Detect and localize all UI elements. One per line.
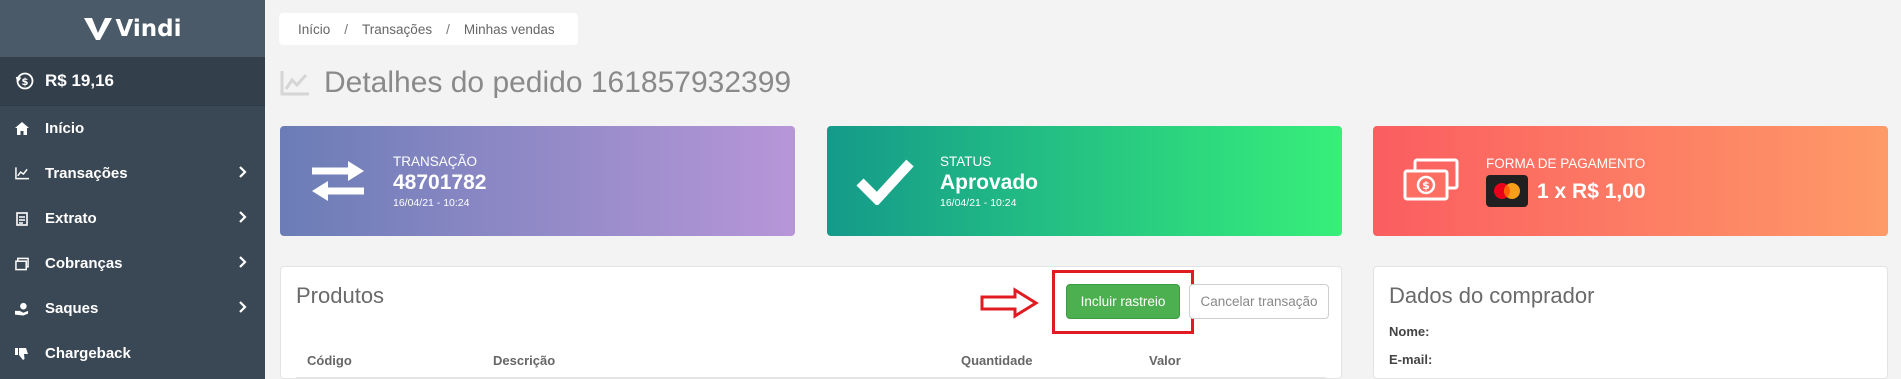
column-header-valor: Valor — [1149, 353, 1181, 368]
sidebar-item-label: Transações — [45, 165, 128, 182]
svg-text:$: $ — [1422, 179, 1430, 192]
include-tracking-button[interactable]: Incluir rastreio — [1066, 284, 1180, 319]
document-icon — [15, 211, 29, 226]
checkmark-icon — [854, 150, 916, 212]
status-label: STATUS — [940, 153, 992, 169]
products-panel: Produtos Incluir rastreio Cancelar trans… — [280, 266, 1342, 379]
sidebar-item-saques[interactable]: Saques — [0, 286, 265, 331]
brand-name: Vindi — [115, 15, 182, 42]
mastercard-icon — [1486, 174, 1528, 207]
cancel-transaction-button[interactable]: Cancelar transação — [1189, 284, 1329, 319]
buyer-panel: Dados do comprador Nome: E-mail: — [1373, 266, 1888, 379]
payment-label: FORMA DE PAGAMENTO — [1486, 155, 1646, 171]
status-card: STATUS Aprovado 16/04/21 - 10:24 — [827, 126, 1342, 236]
column-header-descricao: Descrição — [493, 353, 556, 368]
chevron-right-icon — [239, 301, 247, 313]
svg-text:$: $ — [22, 77, 29, 88]
thumbs-down-icon — [15, 347, 29, 361]
sidebar-item-transacoes[interactable]: Transações — [0, 151, 265, 196]
breadcrumb: Início / Transações / Minhas vendas — [279, 13, 578, 45]
status-date: 16/04/21 - 10:24 — [940, 196, 1017, 209]
payment-value: 1 x R$ 1,00 — [1537, 179, 1646, 203]
buyer-email-label: E-mail: — [1389, 352, 1433, 367]
column-header-codigo: Código — [307, 353, 352, 368]
annotation-arrow-icon — [980, 287, 1039, 319]
sidebar: Vindi $ R$ 19,16 Início Transações Extra… — [0, 0, 265, 379]
page-header: Detalhes do pedido 161857932399 — [280, 66, 791, 100]
status-value: Aprovado — [940, 170, 1039, 194]
sidebar-item-label: Cobranças — [45, 255, 123, 272]
chevron-right-icon — [239, 166, 247, 178]
payment-card: $ FORMA DE PAGAMENTO 1 x R$ 1,00 — [1373, 126, 1888, 236]
breadcrumb-separator: / — [344, 21, 349, 37]
table-header-divider — [296, 377, 1326, 378]
vindi-logo-icon — [84, 17, 113, 40]
chevron-right-icon — [239, 211, 247, 223]
transaction-label: TRANSAÇÃO — [393, 153, 478, 169]
breadcrumb-item-minhas-vendas: Minhas vendas — [463, 21, 555, 37]
column-header-quantidade: Quantidade — [961, 353, 1033, 368]
sidebar-item-label: Início — [45, 120, 85, 137]
balance-value: R$ 19,16 — [45, 71, 114, 90]
transfer-arrows-icon — [307, 150, 369, 212]
sidebar-item-label: Chargeback — [45, 345, 131, 362]
transaction-date: 16/04/21 - 10:24 — [393, 196, 470, 209]
logo[interactable]: Vindi — [0, 0, 265, 57]
sidebar-item-inicio[interactable]: Início — [0, 106, 265, 151]
breadcrumb-separator: / — [446, 21, 450, 37]
sidebar-item-chargeback[interactable]: Chargeback — [0, 331, 265, 376]
transaction-id: 48701782 — [393, 170, 487, 194]
line-chart-icon — [15, 167, 29, 181]
buyer-name-label: Nome: — [1389, 324, 1430, 339]
money-bills-icon: $ — [1400, 150, 1462, 212]
page-title: Detalhes do pedido 161857932399 — [324, 66, 792, 99]
line-chart-icon — [280, 71, 309, 96]
products-title: Produtos — [296, 283, 385, 308]
sidebar-item-label: Extrato — [45, 210, 97, 227]
balance-refresh-icon: $ — [15, 72, 34, 90]
chevron-right-icon — [239, 256, 247, 268]
sidebar-item-extrato[interactable]: Extrato — [0, 196, 265, 241]
buyer-title: Dados do comprador — [1389, 283, 1595, 308]
transaction-card: TRANSAÇÃO 48701782 16/04/21 - 10:24 — [280, 126, 795, 236]
balance[interactable]: $ R$ 19,16 — [0, 57, 265, 106]
invoices-icon — [15, 257, 29, 271]
home-icon — [15, 122, 29, 136]
breadcrumb-item-inicio[interactable]: Início — [298, 22, 330, 37]
sidebar-item-label: Saques — [45, 300, 99, 317]
breadcrumb-item-transacoes[interactable]: Transações — [362, 22, 432, 37]
hand-coin-icon — [15, 302, 29, 316]
sidebar-item-cobrancas[interactable]: Cobranças — [0, 241, 265, 286]
